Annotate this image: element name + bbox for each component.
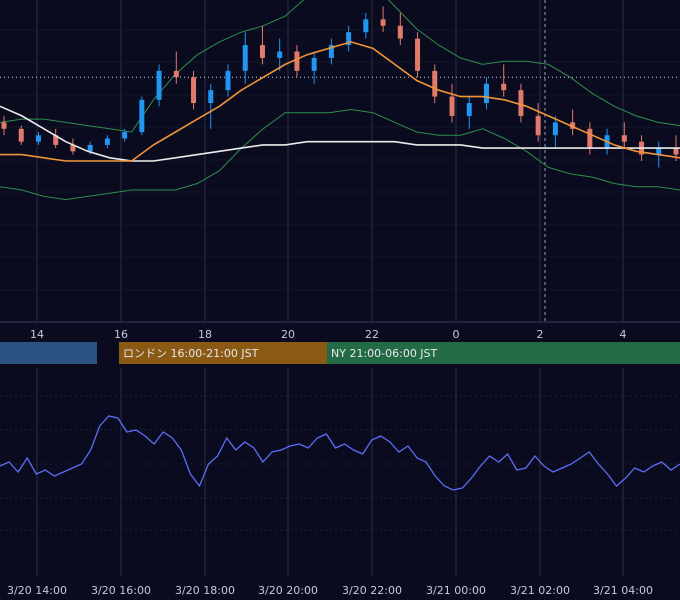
- candle-23: [397, 12, 403, 46]
- datetime-tick-label: 3/21 00:00: [426, 584, 486, 597]
- hour-tick-label: 14: [30, 328, 44, 341]
- candle-body: [18, 128, 24, 142]
- candle-20: [346, 25, 352, 52]
- candle-body: [656, 148, 662, 155]
- candle-body: [587, 128, 593, 149]
- candle-body: [1, 122, 7, 129]
- candle-11: [191, 70, 197, 110]
- candle-body: [259, 45, 265, 58]
- candle-body: [191, 77, 197, 104]
- datetime-tick-label: 3/20 20:00: [258, 584, 318, 597]
- candle-19: [328, 38, 334, 65]
- candle-body: [225, 70, 231, 91]
- session-bar: ロンドン 16:00-21:00 JST NY 21:00-06:00 JST: [0, 342, 680, 364]
- candle-12: [208, 83, 214, 129]
- candle-body: [35, 135, 41, 142]
- hour-tick-label: 0: [453, 328, 460, 341]
- candle-body: [518, 90, 524, 116]
- oscillator-line: [0, 415, 680, 491]
- candle-body: [621, 135, 627, 142]
- candle-6: [104, 135, 110, 149]
- candle-body: [173, 70, 179, 78]
- candle-body: [311, 57, 317, 71]
- upper-band: [0, 0, 680, 133]
- chart-root: 14 16 18 20 22 0 2 4 ロンドン 16:00-21:00 JST NY 21:…: [0, 0, 680, 600]
- candle-32: [552, 115, 558, 149]
- datetime-tick-label: 3/21 04:00: [593, 584, 653, 597]
- session-label-2: NY 21:00-06:00 JST: [331, 347, 438, 360]
- candle-body: [483, 83, 489, 104]
- candle-body: [380, 19, 386, 26]
- candle-17: [294, 45, 300, 78]
- candle-26: [449, 83, 455, 123]
- candle-body: [242, 45, 248, 71]
- candle-28: [483, 77, 489, 110]
- candle-30: [518, 83, 524, 123]
- x-axis-datetime: 3/20 14:00 3/20 16:00 3/20 18:00 3/20 20:00…: [7, 584, 653, 597]
- x-axis-hours: 14 16 18 20 22 0 2 4: [30, 328, 627, 341]
- candle-33: [570, 109, 576, 136]
- hour-tick-label: 22: [365, 328, 379, 341]
- candle-body: [277, 51, 283, 58]
- datetime-tick-label: 3/20 18:00: [175, 584, 235, 597]
- candle-body: [432, 70, 438, 97]
- candle-body: [294, 51, 300, 71]
- candle-3: [53, 128, 59, 149]
- candle-body: [156, 70, 162, 100]
- chart-canvas: 14 16 18 20 22 0 2 4 ロンドン 16:00-21:00 JST NY 21:…: [0, 0, 680, 597]
- candle-14: [242, 32, 248, 84]
- candle-29: [501, 64, 507, 97]
- candle-13: [225, 64, 231, 97]
- candle-24: [415, 32, 421, 78]
- candle-body: [122, 132, 128, 139]
- candle-8: [139, 96, 145, 136]
- candle-body: [139, 99, 145, 133]
- candle-body: [363, 19, 369, 33]
- candle-0: [1, 115, 7, 136]
- short-moving-average: [0, 41, 680, 162]
- datetime-tick-label: 3/20 22:00: [342, 584, 402, 597]
- candle-body: [449, 96, 455, 116]
- lower-band: [0, 108, 680, 201]
- datetime-tick-label: 3/20 14:00: [7, 584, 67, 597]
- candle-25: [432, 64, 438, 104]
- oscillator-panel: [0, 415, 680, 491]
- candle-body: [415, 38, 421, 71]
- hour-tick-label: 4: [620, 328, 627, 341]
- candle-body: [535, 115, 541, 136]
- candle-body: [104, 138, 110, 145]
- candle-body: [552, 122, 558, 136]
- datetime-tick-label: 3/20 16:00: [91, 584, 151, 597]
- candle-10: [173, 51, 179, 84]
- candle-22: [380, 6, 386, 33]
- candle-body: [501, 83, 507, 91]
- candle-1: [18, 125, 24, 145]
- candle-body: [87, 144, 93, 152]
- hour-tick-label: 18: [198, 328, 212, 341]
- hour-tick-label: 2: [537, 328, 544, 341]
- candle-9: [156, 64, 162, 107]
- candle-21: [363, 12, 369, 39]
- candlestick-series: [1, 6, 679, 168]
- candle-27: [466, 96, 472, 129]
- candle-15: [259, 25, 265, 65]
- hour-tick-label: 16: [114, 328, 128, 341]
- candle-body: [466, 103, 472, 116]
- candle-body: [397, 25, 403, 39]
- candle-body: [208, 90, 214, 104]
- hour-tick-label: 20: [281, 328, 295, 341]
- grid-lines: [0, 0, 680, 576]
- datetime-tick-label: 3/21 02:00: [510, 584, 570, 597]
- long-moving-average: [0, 105, 680, 162]
- candle-body: [673, 148, 679, 155]
- session-label-1: ロンドン 16:00-21:00 JST: [123, 347, 259, 360]
- session-block-0: [0, 342, 97, 364]
- candle-4: [70, 138, 76, 155]
- candle-18: [311, 51, 317, 84]
- moving-averages: [0, 41, 680, 162]
